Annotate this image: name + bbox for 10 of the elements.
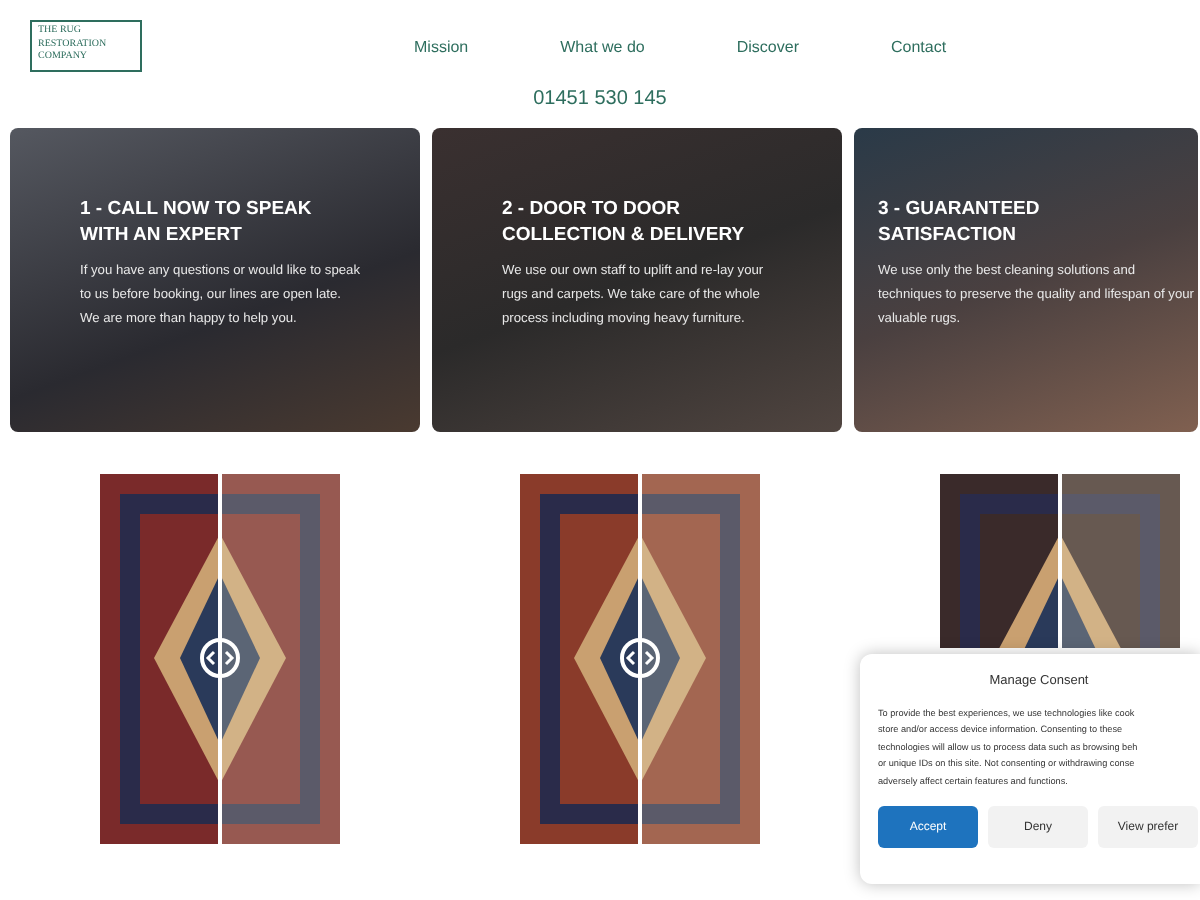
card-title: 3 - GUARANTEED SATISFACTION: [878, 196, 1042, 250]
phone-number[interactable]: 01451 530 145: [520, 88, 680, 110]
nav-link[interactable]: Mission: [414, 37, 469, 55]
card-title: 1 - CALL NOW TO SPEAK WITH AN EXPERT: [80, 196, 314, 250]
compare-handle-icon[interactable]: [620, 638, 660, 678]
nav-link[interactable]: Discover: [736, 37, 799, 55]
card-title: 2 - DOOR TO DOOR COLLECTION & DELIVERY: [502, 196, 747, 250]
compare-handle-icon[interactable]: [200, 638, 240, 678]
nav-link[interactable]: Contact: [891, 37, 947, 55]
nav-link[interactable]: What we do: [560, 37, 645, 55]
